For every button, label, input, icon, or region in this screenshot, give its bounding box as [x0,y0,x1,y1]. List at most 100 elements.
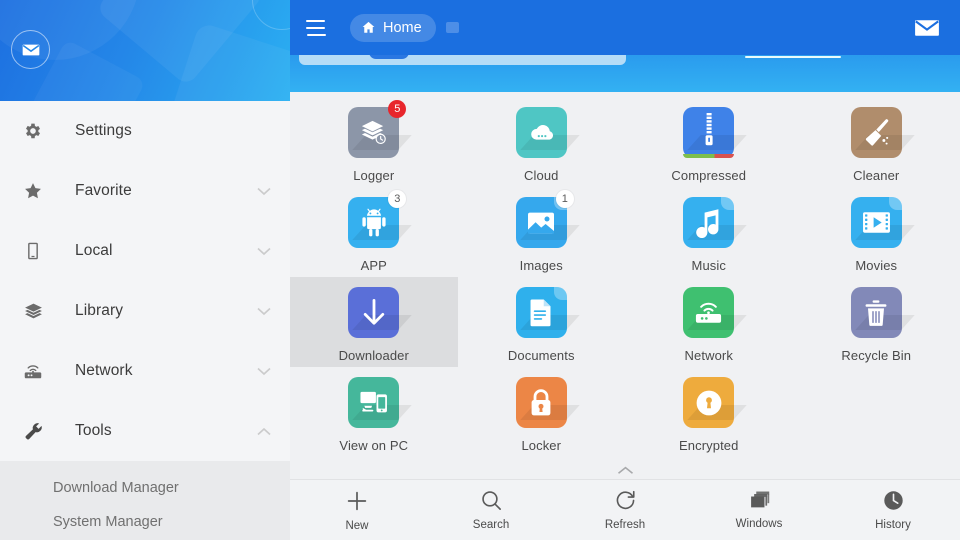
grid-item-music[interactable]: Music [625,187,793,277]
grid-item-tile [683,197,748,248]
tile-corner-fold [553,287,567,300]
sidebar-item-settings[interactable]: Settings [0,101,290,161]
chevron-down-icon[interactable] [256,247,272,256]
phone-icon [20,241,46,261]
tile-corner-fold [721,197,735,210]
grid-item-label: Locker [521,438,562,453]
envelope-icon [915,19,939,36]
broom-icon [865,119,888,146]
grid-item-label: Encrypted [679,438,739,453]
sidebar-item-network[interactable]: Network [0,341,290,401]
sidebar-item-tools[interactable]: Tools [0,401,290,461]
sidebar-item-label: Network [75,362,133,379]
gear-icon [20,121,46,141]
grid-item-recycle-bin[interactable]: Recycle Bin [793,277,960,367]
padlock-icon [531,388,551,415]
toolbar-item-label: Windows [735,518,783,530]
grid-item-label: Downloader [338,348,409,363]
grid-empty-cell [793,367,960,457]
submenu-item-download-manager[interactable]: Download Manager [0,461,290,514]
keyhole-icon [696,390,722,415]
tab-strip-underline [745,56,841,58]
grid-item-documents[interactable]: Documents [458,277,626,367]
android-icon [362,208,386,236]
document-icon [530,299,551,327]
grid-item-app[interactable]: 3 APP [290,187,458,277]
magnifier-icon [480,489,503,512]
grid-item-label: Images [519,258,563,273]
file-manager-window: Settings Favorite Local Library Network … [0,0,960,540]
grid-item-cloud[interactable]: Cloud [458,97,626,187]
chevron-up-icon [617,466,633,474]
grid-item-logger[interactable]: 5 Logger [290,97,458,187]
avatar[interactable] [11,30,50,69]
grid-item-tile [683,377,748,428]
collapse-handle[interactable] [290,462,960,479]
grid-item-compressed[interactable]: Compressed [625,97,793,187]
grid-item-view-on-pc[interactable]: View on PC [290,367,458,457]
tab-icon[interactable] [445,22,459,33]
grid-item-badge: 5 [388,100,407,118]
toolbar-windows[interactable]: Windows [692,490,826,530]
chevron-down-icon[interactable] [256,307,272,316]
sidebar-item-label: Favorite [75,182,132,199]
router-icon [20,360,46,382]
layers-icon [20,301,46,322]
pc-phone-icon [360,391,387,413]
grid-item-label: Music [691,258,726,273]
trash-icon [865,299,887,326]
toolbar-search[interactable]: Search [424,489,558,531]
hamburger-icon[interactable] [304,12,336,44]
header-decoration-ring [252,0,290,30]
grid-item-label: Compressed [671,168,747,183]
grid-item-movies[interactable]: Movies [793,187,960,277]
refresh-icon [614,489,637,512]
bottom-toolbar: New Search Refresh Windows History [290,479,960,540]
grid-item-cleaner[interactable]: Cleaner [793,97,960,187]
sidebar-item-library[interactable]: Library [0,281,290,341]
grid-item-network[interactable]: Network [625,277,793,367]
mail-button[interactable] [914,18,940,38]
grid-item-tile [515,107,580,158]
tile-corner-fold [888,197,902,210]
grid-item-tile [683,287,748,338]
toolbar-new[interactable]: New [290,489,424,532]
sidebar-item-label: Library [75,302,124,319]
sidebar-item-label: Settings [75,122,132,139]
grid-item-images[interactable]: 1 Images [458,187,626,277]
windows-stack-icon [748,490,771,511]
grid-item-tile [348,377,413,428]
grid-item-locker[interactable]: Locker [458,367,626,457]
grid-item-label: Cleaner [853,168,900,183]
top-bar: Home [290,0,960,55]
sidebar-item-favorite[interactable]: Favorite [0,161,290,221]
sidebar-item-local[interactable]: Local [0,221,290,281]
grid-item-tile [850,287,915,338]
toolbar-item-label: History [875,519,911,531]
grid-item-tile: 1 [515,190,580,248]
tab-strip-active-tab[interactable] [299,55,626,65]
photo-icon [528,212,555,234]
chevron-up-icon[interactable] [256,427,272,436]
grid-item-label: Documents [507,348,575,363]
grid-item-encrypted[interactable]: Encrypted [625,367,793,457]
sidebar: Settings Favorite Local Library Network … [0,0,290,540]
toolbar-history[interactable]: History [826,489,960,531]
tile-shadow [687,135,748,150]
submenu-item-system-manager[interactable]: System Manager [0,514,290,540]
envelope-icon [22,44,39,55]
film-icon [862,212,890,233]
grid-item-downloader[interactable]: Downloader [290,277,458,367]
chevron-down-icon[interactable] [256,187,272,196]
tools-submenu: Download Manager System Manager [0,461,290,540]
breadcrumb-home[interactable]: Home [350,13,436,42]
grid-item-label: Movies [855,258,898,273]
tab-strip-notch [369,55,409,59]
grid-item-label: Recycle Bin [841,348,912,363]
main-panel: Home 5 Logger Cloud Compressed Cleaner 3… [290,0,960,540]
breadcrumb-home-label: Home [383,19,422,36]
submenu-item-label: System Manager [53,514,163,530]
grid-item-tile [348,287,413,338]
chevron-down-icon[interactable] [256,367,272,376]
toolbar-refresh[interactable]: Refresh [558,489,692,531]
